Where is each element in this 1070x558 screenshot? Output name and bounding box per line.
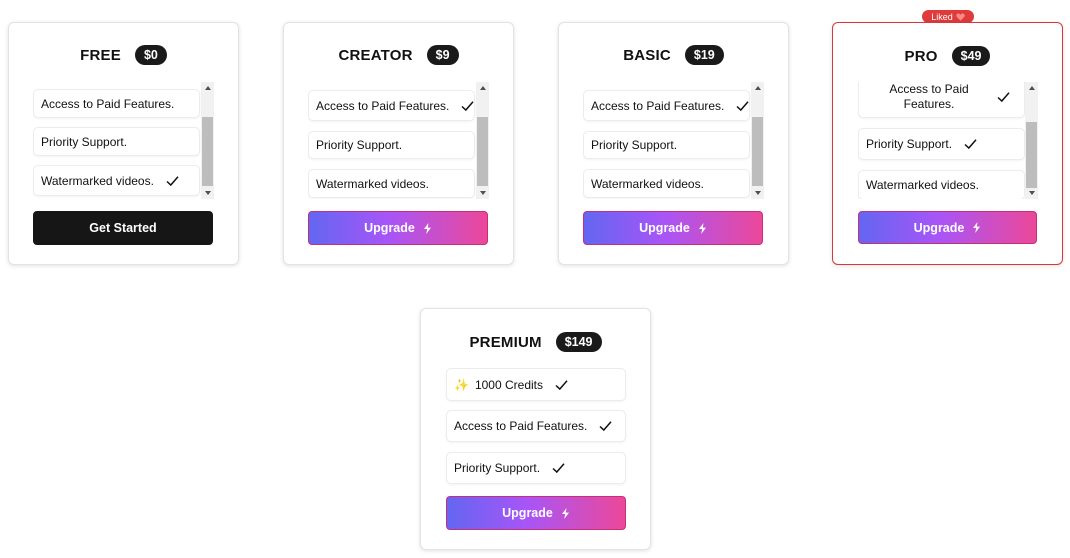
check-icon <box>461 100 474 111</box>
plan-header: BASIC $19 <box>559 45 788 65</box>
price-badge: $9 <box>426 45 459 65</box>
scroll-down-arrow-icon[interactable] <box>476 187 489 199</box>
features-list[interactable]: Access to Paid Features. Priority Suppor… <box>33 82 213 199</box>
button-label: Upgrade <box>364 221 415 235</box>
scroll-up-arrow-icon[interactable] <box>201 82 214 94</box>
scrollbar[interactable] <box>1025 82 1038 199</box>
feature-label: 1000 Credits <box>474 377 543 392</box>
liked-label: Liked <box>931 11 953 22</box>
plan-header: CREATOR $9 <box>284 45 513 65</box>
plan-header: PREMIUM $149 <box>421 332 650 352</box>
check-icon <box>964 139 977 150</box>
plan-header: PRO $49 <box>833 46 1062 66</box>
plan-card-creator: CREATOR $9 Access to Paid Features. Prio… <box>283 22 514 265</box>
feature-label: Access to Paid Features. <box>591 98 725 113</box>
button-label: Get Started <box>89 221 157 235</box>
check-icon <box>736 100 749 111</box>
feature-item: ✨ 1000 Credits <box>446 368 626 401</box>
scroll-down-arrow-icon[interactable] <box>751 187 764 199</box>
feature-item: Access to Paid Features. <box>583 90 750 121</box>
button-label: Upgrade <box>639 221 690 235</box>
feature-label: Priority Support. <box>591 138 678 152</box>
upgrade-button[interactable]: Upgrade <box>858 211 1037 244</box>
button-label: Upgrade <box>913 220 965 235</box>
price-badge: $19 <box>684 45 724 65</box>
check-icon <box>997 92 1010 103</box>
get-started-button[interactable]: Get Started <box>33 211 213 245</box>
feature-item: Access to Paid Features. <box>858 82 1025 118</box>
scrollbar-thumb[interactable] <box>477 117 488 186</box>
plan-name: FREE <box>80 46 121 64</box>
feature-label: Watermarked videos. <box>316 176 429 191</box>
heart-icon <box>956 12 965 21</box>
price-badge: $49 <box>951 46 991 66</box>
scrollbar[interactable] <box>201 82 214 199</box>
lightning-bolt-icon <box>698 222 706 234</box>
feature-item: Priority Support. <box>308 131 475 159</box>
scroll-up-arrow-icon[interactable] <box>476 82 489 94</box>
scroll-down-arrow-icon[interactable] <box>201 187 214 199</box>
plan-name: BASIC <box>623 46 671 64</box>
scrollbar[interactable] <box>476 82 489 199</box>
feature-item: Priority Support. <box>858 128 1025 160</box>
plan-name: PRO <box>904 47 938 65</box>
feature-label: Watermarked videos. <box>591 176 704 191</box>
sparkles-icon: ✨ <box>454 377 469 392</box>
plan-card-free: FREE $0 Access to Paid Features. Priorit… <box>8 22 239 265</box>
feature-label: Priority Support. <box>41 134 128 149</box>
feature-label: Priority Support. <box>454 461 541 475</box>
button-label: Upgrade <box>502 506 553 520</box>
feature-item: Watermarked videos. <box>33 165 200 196</box>
feature-item: Watermarked videos. <box>583 169 750 198</box>
upgrade-button[interactable]: Upgrade <box>583 211 763 245</box>
check-icon <box>599 421 612 432</box>
feature-item: Watermarked videos. <box>858 170 1025 199</box>
plan-name: CREATOR <box>338 46 413 64</box>
feature-label: Priority Support. <box>316 138 403 152</box>
scrollbar-thumb[interactable] <box>202 117 213 186</box>
feature-label: Watermarked videos. <box>41 173 154 188</box>
upgrade-button[interactable]: Upgrade <box>446 496 626 530</box>
scrollbar-thumb[interactable] <box>752 117 763 186</box>
plan-card-pro: PRO $49 Access to Paid Features. Priorit… <box>832 22 1063 265</box>
lightning-bolt-icon <box>561 507 569 519</box>
feature-item: Priority Support. <box>33 127 200 156</box>
feature-label: Access to Paid Features. <box>454 419 588 433</box>
plan-card-basic: BASIC $19 Access to Paid Features. Prior… <box>558 22 789 265</box>
feature-label: Access to Paid Features. <box>316 98 450 113</box>
features-list[interactable]: Access to Paid Features. Priority Suppor… <box>583 82 763 199</box>
scrollbar[interactable] <box>751 82 764 199</box>
plan-name: PREMIUM <box>469 333 542 351</box>
feature-label: Access to Paid Features. <box>41 96 175 111</box>
lightning-bolt-icon <box>423 222 431 234</box>
feature-label: Watermarked videos. <box>866 178 979 192</box>
features-list[interactable]: Access to Paid Features. Priority Suppor… <box>858 82 1038 199</box>
price-badge: $0 <box>134 45 167 65</box>
upgrade-button[interactable]: Upgrade <box>308 211 488 245</box>
scrollbar-thumb[interactable] <box>1026 122 1037 188</box>
feature-item: Priority Support. <box>583 131 750 159</box>
feature-item: Access to Paid Features. <box>446 410 626 442</box>
feature-item: Priority Support. <box>446 452 626 484</box>
feature-item: Access to Paid Features. <box>308 90 475 121</box>
scroll-down-arrow-icon[interactable] <box>1025 187 1038 199</box>
plan-header: FREE $0 <box>9 45 238 65</box>
scroll-up-arrow-icon[interactable] <box>1025 82 1038 94</box>
feature-label: Access to Paid Features. <box>889 82 969 111</box>
feature-label: Priority Support. <box>866 137 953 151</box>
scroll-up-arrow-icon[interactable] <box>751 82 764 94</box>
check-icon <box>555 379 568 390</box>
feature-item: Access to Paid Features. <box>33 89 200 118</box>
price-badge: $149 <box>555 332 602 352</box>
feature-item: Watermarked videos. <box>308 169 475 198</box>
features-list[interactable]: Access to Paid Features. Priority Suppor… <box>308 82 488 199</box>
check-icon <box>552 463 565 474</box>
plan-card-premium: PREMIUM $149 ✨ 1000 Credits Access to Pa… <box>420 308 651 550</box>
lightning-bolt-icon <box>973 222 981 233</box>
check-icon <box>166 175 179 186</box>
